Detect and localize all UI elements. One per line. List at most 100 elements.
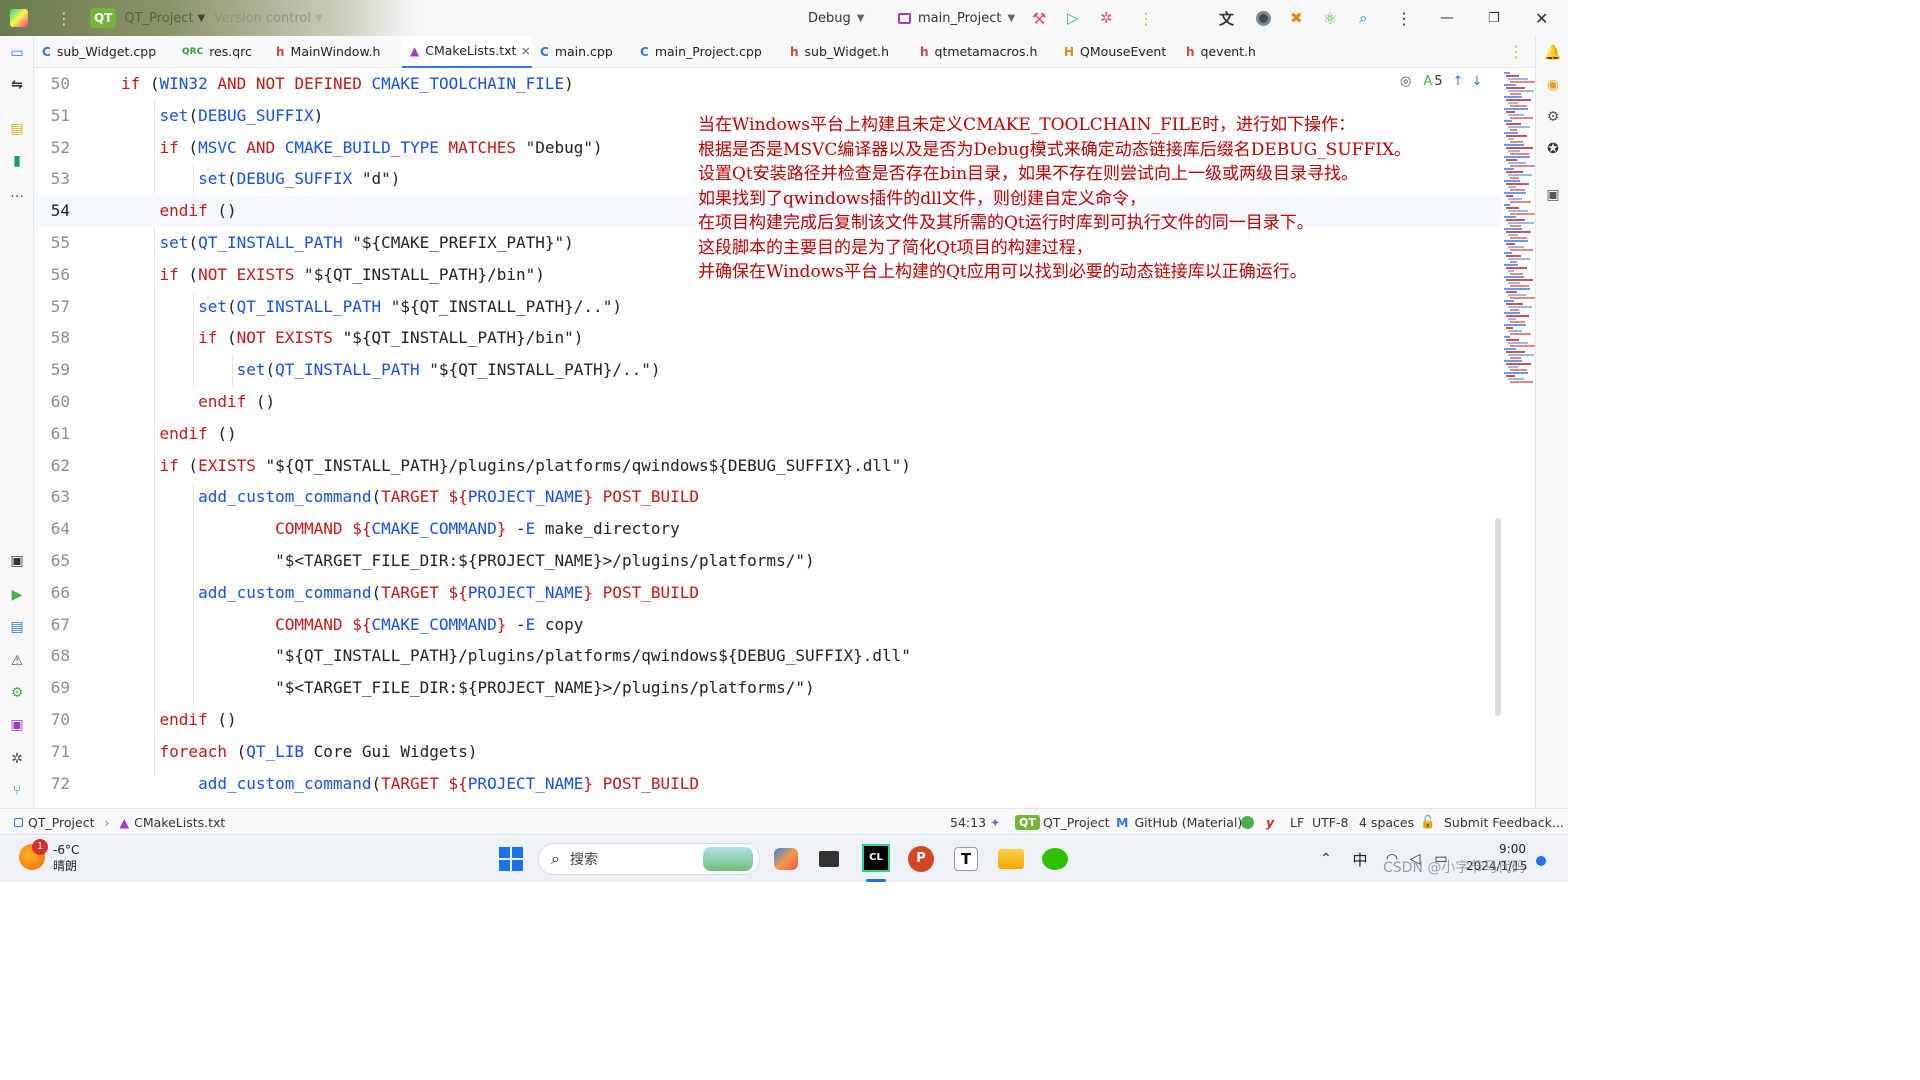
minimize-icon[interactable]: — bbox=[1440, 0, 1454, 36]
line-number[interactable]: 53 bbox=[34, 163, 70, 195]
line-number[interactable]: 69 bbox=[34, 672, 70, 704]
editor-scrollbar[interactable] bbox=[1495, 518, 1501, 716]
theme-widget[interactable]: M GitHub (Material) bbox=[1116, 809, 1242, 835]
code-line[interactable]: 61 endif () bbox=[34, 418, 1502, 450]
more-actions-icon[interactable]: ⋮ bbox=[1138, 0, 1154, 36]
line-number[interactable]: 55 bbox=[34, 227, 70, 259]
run-tool-icon[interactable]: ▶ bbox=[8, 586, 26, 604]
tabs-more-icon[interactable]: ⋮ bbox=[1508, 42, 1524, 61]
clion-logo-icon[interactable] bbox=[10, 0, 28, 36]
line-ending[interactable]: LF bbox=[1290, 809, 1304, 835]
submit-feedback[interactable]: Submit Feedback... bbox=[1444, 809, 1564, 835]
code-line[interactable]: 70 endif () bbox=[34, 704, 1502, 736]
build-hammer-icon[interactable]: ⚒ bbox=[1032, 0, 1046, 36]
problems-tool-icon[interactable]: ⚠ bbox=[8, 652, 26, 670]
line-number[interactable]: 67 bbox=[34, 609, 70, 641]
code-line[interactable]: 64 COMMAND ${CMAKE_COMMAND} -E make_dire… bbox=[34, 513, 1502, 545]
powerpoint-icon[interactable]: P bbox=[906, 844, 936, 874]
line-number[interactable]: 73 bbox=[34, 799, 70, 808]
line-number[interactable]: 68 bbox=[34, 640, 70, 672]
breadcrumb-file[interactable]: CMakeLists.txt bbox=[134, 815, 225, 830]
yandex-icon[interactable]: y bbox=[1266, 809, 1274, 835]
taskbar-search[interactable]: ⌕ 搜索 bbox=[538, 843, 760, 875]
structure-tool-icon[interactable]: ▤ bbox=[8, 120, 26, 138]
notifications-icon[interactable]: 🔔 bbox=[1544, 44, 1562, 62]
database-icon[interactable]: ◉ bbox=[1544, 76, 1562, 94]
code-line[interactable]: 60 endif () bbox=[34, 386, 1502, 418]
file-encoding[interactable]: UTF-8 bbox=[1312, 809, 1348, 835]
tab-qtmetamacros-h[interactable]: h qtmetamacros.h bbox=[912, 36, 1056, 68]
line-number[interactable]: 72 bbox=[34, 768, 70, 800]
status-project[interactable]: QT_Project bbox=[1043, 809, 1110, 835]
qt-status-badge[interactable]: QT bbox=[1015, 809, 1040, 835]
line-number[interactable]: 65 bbox=[34, 545, 70, 577]
cmake-tool-icon[interactable]: ▣ bbox=[8, 716, 26, 734]
breadcrumb-project[interactable]: QT_Project bbox=[28, 815, 95, 830]
terminal-tool-icon[interactable]: ▣ bbox=[8, 552, 26, 570]
debug-icon[interactable]: ✲ bbox=[1100, 0, 1113, 36]
vcs-widget[interactable]: Version control ▼ bbox=[214, 0, 323, 36]
run-target-selector[interactable]: main_Project ▼ bbox=[898, 0, 1015, 36]
services-tool-icon[interactable]: ⚙ bbox=[8, 684, 26, 702]
line-number[interactable]: 58 bbox=[34, 322, 70, 354]
code-line[interactable]: 68 "${QT_INSTALL_PATH}/plugins/platforms… bbox=[34, 640, 1502, 672]
code-line[interactable]: 62 if (EXISTS "${QT_INSTALL_PATH}/plugin… bbox=[34, 450, 1502, 482]
code-line[interactable]: 65 "$<TARGET_FILE_DIR:${PROJECT_NAME}>/p… bbox=[34, 545, 1502, 577]
tab-sub-widget-h[interactable]: h sub_Widget.h bbox=[782, 36, 912, 68]
weather-widget[interactable]: -6°C 晴朗 bbox=[53, 842, 79, 874]
line-number[interactable]: 54 bbox=[34, 195, 70, 227]
line-number[interactable]: 71 bbox=[34, 736, 70, 768]
close-icon[interactable]: × bbox=[520, 43, 530, 58]
line-number[interactable]: 51 bbox=[34, 100, 70, 132]
line-number[interactable]: 64 bbox=[34, 513, 70, 545]
settings-menu-icon[interactable]: ⋮ bbox=[1396, 0, 1412, 36]
code-line[interactable]: 71 foreach (QT_LIB Core Gui Widgets) bbox=[34, 736, 1502, 768]
line-number[interactable]: 50 bbox=[34, 68, 70, 100]
tools-icon[interactable]: ✖ bbox=[1290, 0, 1303, 36]
debug-tool-icon[interactable]: ✲ bbox=[8, 750, 26, 768]
tab-mainwindow-h[interactable]: h MainWindow.h bbox=[268, 36, 402, 68]
line-number[interactable]: 57 bbox=[34, 291, 70, 323]
restore-icon[interactable]: ❐ bbox=[1488, 0, 1500, 36]
tab-main-project-cpp[interactable]: Cmain_Project.cpp bbox=[632, 36, 782, 68]
wechat-icon[interactable] bbox=[1040, 844, 1070, 874]
code-line[interactable]: 58 if (NOT EXISTS "${QT_INSTALL_PATH}/bi… bbox=[34, 322, 1502, 354]
breadcrumb[interactable]: QT_Project › ▲ CMakeLists.txt bbox=[14, 809, 225, 835]
messages-tool-icon[interactable]: ▤ bbox=[8, 618, 26, 636]
line-number[interactable]: 56 bbox=[34, 259, 70, 291]
bookmarks-tool-icon[interactable]: ▮ bbox=[8, 152, 26, 170]
arrow-up-icon[interactable]: ↑ bbox=[1453, 74, 1464, 89]
line-number[interactable]: 52 bbox=[34, 132, 70, 164]
project-tool-icon[interactable]: ▭ bbox=[8, 44, 26, 62]
tab-res-qrc[interactable]: QRC res.qrc bbox=[174, 36, 268, 68]
ai-assistant-panel-icon[interactable]: ▣ bbox=[1544, 186, 1562, 204]
line-number[interactable]: 60 bbox=[34, 386, 70, 418]
project-widget[interactable]: QT QT_Project ▼ bbox=[90, 0, 205, 36]
run-config-selector[interactable]: Debug ▼ bbox=[808, 0, 864, 36]
line-number[interactable]: 63 bbox=[34, 481, 70, 513]
arrow-down-icon[interactable]: ↓ bbox=[1471, 74, 1482, 89]
code-minimap[interactable] bbox=[1502, 68, 1537, 808]
tab-cmakelists-txt[interactable]: ▲ CMakeLists.txt × bbox=[402, 35, 532, 68]
line-number[interactable]: 62 bbox=[34, 450, 70, 482]
copilot-icon[interactable]: ✪ bbox=[1544, 140, 1562, 158]
code-line[interactable]: 67 COMMAND ${CMAKE_COMMAND} -E copy bbox=[34, 609, 1502, 641]
file-explorer-icon[interactable] bbox=[996, 844, 1026, 874]
close-icon[interactable]: ✕ bbox=[1535, 0, 1548, 36]
code-with-me-icon[interactable] bbox=[1256, 0, 1271, 36]
ai-status-icon[interactable]: ✦ bbox=[990, 809, 1000, 835]
main-menu-icon[interactable]: ⋮ bbox=[56, 0, 72, 36]
more-tools-icon[interactable]: … bbox=[8, 184, 26, 202]
git-tool-icon[interactable]: ⑂ bbox=[8, 782, 26, 800]
code-line[interactable]: 69 "$<TARGET_FILE_DIR:${PROJECT_NAME}>/p… bbox=[34, 672, 1502, 704]
windows-start-icon[interactable] bbox=[497, 845, 525, 873]
ai-assistant-icon[interactable]: ⚛ bbox=[1323, 0, 1337, 36]
inspection-widget[interactable]: ◎ A 5 ↑ ↓ bbox=[1400, 72, 1482, 90]
weather-icon[interactable]: 1 bbox=[18, 839, 48, 871]
code-line[interactable]: 66 add_custom_command(TARGET ${PROJECT_N… bbox=[34, 577, 1502, 609]
code-line[interactable]: 72 add_custom_command(TARGET ${PROJECT_N… bbox=[34, 768, 1502, 800]
line-number[interactable]: 66 bbox=[34, 577, 70, 609]
ime-indicator[interactable]: 中 bbox=[1348, 847, 1372, 871]
notification-dot-icon[interactable] bbox=[1534, 853, 1548, 869]
translate-icon[interactable]: 文 bbox=[1219, 0, 1234, 36]
